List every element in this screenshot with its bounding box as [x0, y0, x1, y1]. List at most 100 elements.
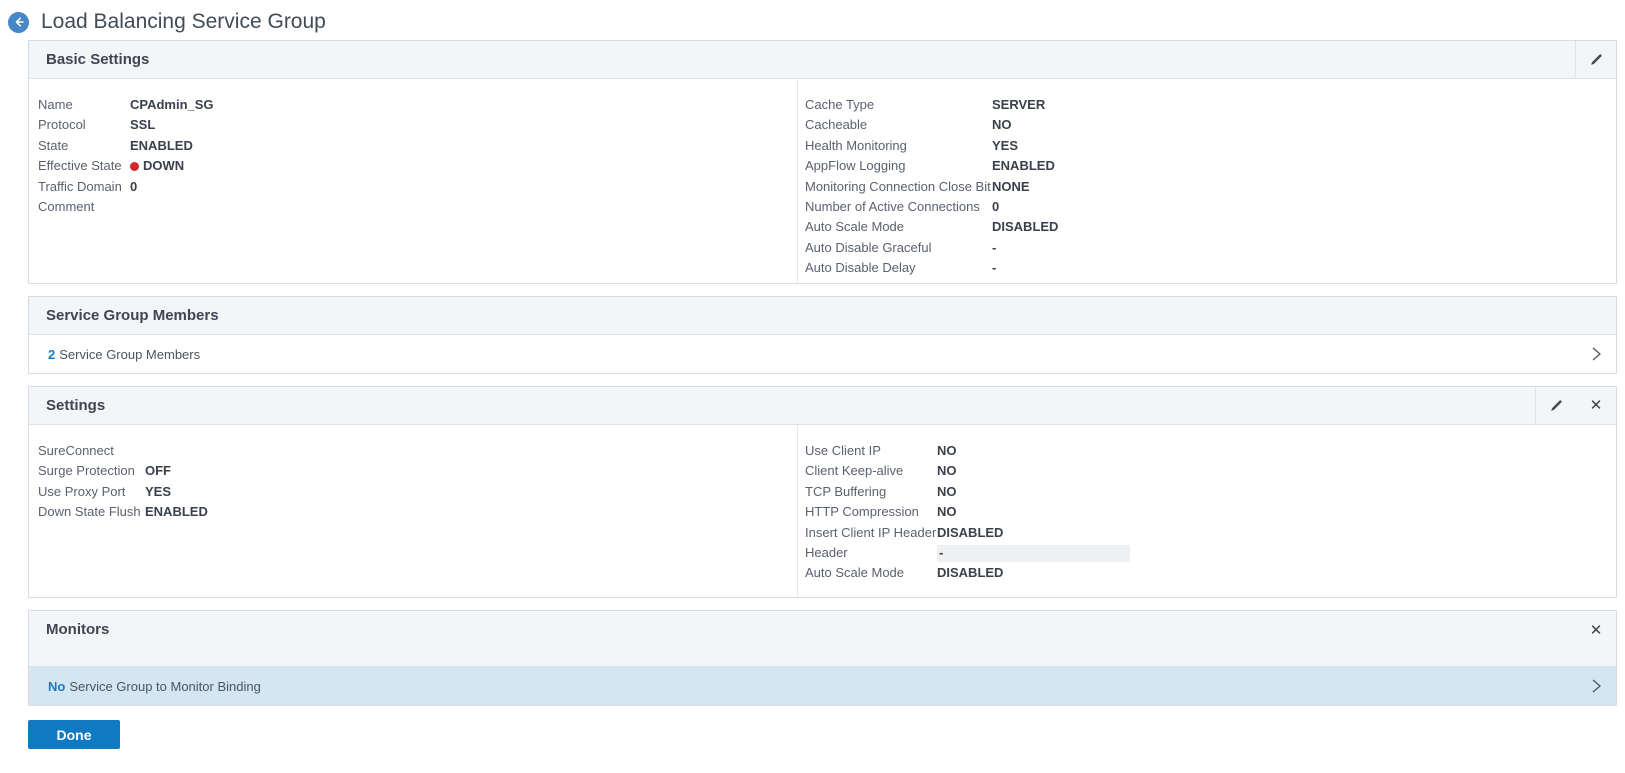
- basic-settings-actions: [1575, 41, 1616, 79]
- field-label: Cacheable: [805, 115, 992, 135]
- close-monitors-button[interactable]: ✕: [1576, 611, 1616, 649]
- field-value: -: [937, 545, 1130, 562]
- close-icon: ✕: [1590, 398, 1603, 413]
- service-group-members-title: Service Group Members: [46, 307, 219, 324]
- field-label: HTTP Compression: [805, 502, 937, 522]
- field-label: Use Client IP: [805, 441, 937, 461]
- field-value: YES: [992, 136, 1018, 156]
- field-label: Effective State: [38, 156, 130, 176]
- page-title: Load Balancing Service Group: [41, 10, 326, 34]
- field-row-auto-scale-mode-settings: Auto Scale Mode DISABLED: [805, 563, 1616, 583]
- field-value: NO: [937, 502, 957, 522]
- close-icon: ✕: [1590, 623, 1603, 638]
- field-label: Header: [805, 543, 937, 563]
- settings-panel: Settings ✕ SureConnect: [28, 386, 1617, 598]
- member-link-text: Service Group Members: [59, 347, 200, 362]
- service-group-members-header: Service Group Members: [29, 297, 1616, 335]
- field-value: -: [992, 238, 996, 258]
- field-value: NONE: [992, 177, 1030, 197]
- field-row-header: Header -: [805, 543, 1616, 563]
- field-label: Auto Scale Mode: [805, 217, 992, 237]
- field-value: DISABLED: [937, 563, 1003, 583]
- field-value: ENABLED: [992, 156, 1055, 176]
- page-footer: Done: [28, 720, 1617, 749]
- done-button[interactable]: Done: [28, 720, 120, 749]
- settings-left-column: SureConnect Surge Protection OFF Use Pro…: [29, 425, 797, 597]
- field-label: Number of Active Connections: [805, 197, 992, 217]
- basic-settings-panel: Basic Settings Name CPAdmin_SG Protocol: [28, 40, 1617, 284]
- field-value: 0: [992, 197, 999, 217]
- field-row-auto-scale-mode: Auto Scale Mode DISABLED: [805, 217, 1616, 237]
- close-settings-button[interactable]: ✕: [1576, 387, 1616, 425]
- field-row-use-proxy-port: Use Proxy Port YES: [38, 482, 797, 502]
- pencil-icon: [1549, 398, 1564, 413]
- field-label: Traffic Domain: [38, 177, 130, 197]
- arrow-left-icon: [13, 16, 25, 28]
- field-row-cache-type: Cache Type SERVER: [805, 95, 1616, 115]
- monitors-header: Monitors ✕: [29, 611, 1616, 667]
- basic-settings-body: Name CPAdmin_SG Protocol SSL State ENABL…: [29, 79, 1616, 283]
- pencil-icon: [1589, 52, 1604, 67]
- field-label: Monitoring Connection Close Bit: [805, 177, 992, 197]
- field-value: SERVER: [992, 95, 1045, 115]
- basic-settings-left-column: Name CPAdmin_SG Protocol SSL State ENABL…: [29, 79, 797, 283]
- field-label: Auto Scale Mode: [805, 563, 937, 583]
- monitors-panel: Monitors ✕ No Service Group to Monitor B…: [28, 610, 1617, 706]
- field-row-traffic-domain: Traffic Domain 0: [38, 177, 797, 197]
- back-button[interactable]: [8, 12, 29, 33]
- field-row-down-state-flush: Down State Flush ENABLED: [38, 502, 797, 522]
- settings-body: SureConnect Surge Protection OFF Use Pro…: [29, 425, 1616, 597]
- field-value: ENABLED: [130, 136, 193, 156]
- field-value: NO: [992, 115, 1012, 135]
- field-value: YES: [145, 482, 171, 502]
- field-row-use-client-ip: Use Client IP NO: [805, 441, 1616, 461]
- settings-title: Settings: [46, 397, 105, 414]
- field-row-protocol: Protocol SSL: [38, 115, 797, 135]
- field-value: -: [992, 258, 996, 278]
- member-count: 2: [48, 347, 55, 362]
- basic-settings-header: Basic Settings: [29, 41, 1616, 79]
- monitors-actions: ✕: [1576, 611, 1616, 649]
- chevron-right-icon: [1591, 677, 1602, 695]
- field-label: AppFlow Logging: [805, 156, 992, 176]
- monitors-title: Monitors: [46, 611, 109, 649]
- settings-actions: ✕: [1535, 387, 1616, 425]
- field-row-tcp-buffering: TCP Buffering NO: [805, 482, 1616, 502]
- field-row-auto-disable-graceful: Auto Disable Graceful -: [805, 238, 1616, 258]
- service-group-members-panel: Service Group Members 2 Service Group Me…: [28, 296, 1617, 374]
- field-label: Insert Client IP Header: [805, 523, 937, 543]
- service-group-members-link-row[interactable]: 2 Service Group Members: [29, 335, 1616, 373]
- field-value: DOWN: [130, 156, 184, 176]
- field-label: Client Keep-alive: [805, 461, 937, 481]
- field-row-effective-state: Effective State DOWN: [38, 156, 797, 176]
- field-value: 0: [130, 177, 137, 197]
- field-value: NO: [937, 461, 957, 481]
- field-row-comment: Comment: [38, 197, 797, 217]
- field-label: TCP Buffering: [805, 482, 937, 502]
- status-down-dot-icon: [130, 162, 139, 171]
- field-row-health-monitoring: Health Monitoring YES: [805, 136, 1616, 156]
- status-text: DOWN: [143, 156, 184, 176]
- monitor-binding-link-row[interactable]: No Service Group to Monitor Binding: [29, 667, 1616, 705]
- field-row-surge-protection: Surge Protection OFF: [38, 461, 797, 481]
- field-label: Name: [38, 95, 130, 115]
- edit-settings-button[interactable]: [1536, 387, 1576, 425]
- settings-right-column: Use Client IP NO Client Keep-alive NO TC…: [797, 425, 1616, 597]
- field-label: SureConnect: [38, 441, 145, 461]
- field-row-auto-disable-delay: Auto Disable Delay -: [805, 258, 1616, 278]
- basic-settings-right-column: Cache Type SERVER Cacheable NO Health Mo…: [797, 79, 1616, 283]
- basic-settings-title: Basic Settings: [46, 51, 149, 68]
- chevron-right-icon: [1591, 345, 1602, 363]
- field-row-monitoring-connection-close-bit: Monitoring Connection Close Bit NONE: [805, 177, 1616, 197]
- field-value: DISABLED: [937, 523, 1003, 543]
- field-row-appflow-logging: AppFlow Logging ENABLED: [805, 156, 1616, 176]
- settings-header: Settings ✕: [29, 387, 1616, 425]
- load-balancing-service-group-page: Load Balancing Service Group Basic Setti…: [0, 0, 1625, 749]
- field-value: SSL: [130, 115, 155, 135]
- field-label: Auto Disable Graceful: [805, 238, 992, 258]
- edit-basic-settings-button[interactable]: [1576, 41, 1616, 79]
- field-row-insert-client-ip-header: Insert Client IP Header DISABLED: [805, 523, 1616, 543]
- field-row-http-compression: HTTP Compression NO: [805, 502, 1616, 522]
- page-header: Load Balancing Service Group: [0, 0, 1617, 40]
- field-row-client-keep-alive: Client Keep-alive NO: [805, 461, 1616, 481]
